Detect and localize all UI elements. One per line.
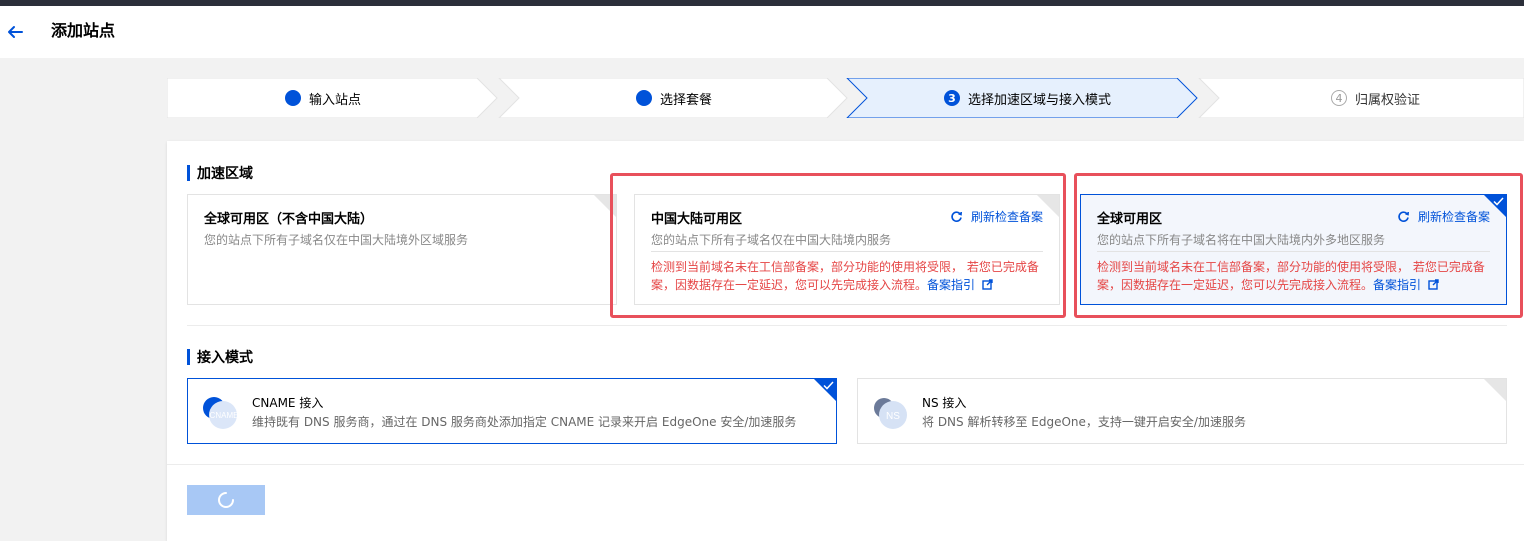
ns-icon: NS — [872, 395, 908, 431]
page-header: 添加站点 — [0, 6, 1524, 58]
mode-card-title: NS 接入 — [922, 396, 967, 410]
region-section-title: 加速区域 — [187, 163, 253, 183]
region-card-desc: 您的站点下所有子域名仅在中国大陆境外区域服务 — [204, 233, 469, 247]
region-card-global-excl-cn[interactable]: 全球可用区（不含中国大陆） 您的站点下所有子域名仅在中国大陆境外区域服务 — [187, 194, 617, 305]
check-circle-icon — [285, 80, 301, 106]
corner-mark — [1484, 379, 1506, 401]
loading-spinner-icon — [218, 492, 234, 508]
section-divider — [187, 325, 1507, 326]
step-chevrons — [167, 78, 1524, 118]
step-label: 选择加速区域与接入模式 — [968, 92, 1112, 108]
step-number: 3 — [944, 90, 960, 106]
section-divider — [167, 464, 1524, 465]
cname-icon: CNAME — [202, 395, 238, 431]
step-input-site: 输入站点 — [285, 78, 361, 118]
step-choose-region-mode: 3 选择加速区域与接入模式 — [944, 78, 1111, 118]
highlight-box — [610, 173, 1066, 318]
svg-text:CNAME: CNAME — [210, 411, 238, 420]
step-indicator: 输入站点 选择套餐 3 选择加速区域与接入模式 4 归属权验证 — [167, 78, 1524, 118]
step-ownership-verify: 4 归属权验证 — [1331, 78, 1420, 118]
next-button[interactable] — [187, 485, 265, 515]
check-circle-icon — [636, 80, 652, 106]
mode-section-title: 接入模式 — [187, 347, 253, 367]
mode-card-ns[interactable]: NS NS 接入 将 DNS 解析转移至 EdgeOne，支持一键开启安全/加速… — [857, 378, 1507, 444]
arrow-left-icon[interactable] — [6, 23, 24, 41]
svg-text:NS: NS — [886, 411, 900, 422]
mode-card-desc: 将 DNS 解析转移至 EdgeOne，支持一键开启安全/加速服务 — [922, 415, 1246, 429]
mode-card-desc: 维持既有 DNS 服务商，通过在 DNS 服务商处添加指定 CNAME 记录来开… — [252, 415, 797, 429]
step-number: 4 — [1331, 90, 1347, 106]
step-label: 选择套餐 — [660, 92, 713, 108]
mode-card-title: CNAME 接入 — [252, 396, 324, 410]
step-label: 输入站点 — [309, 92, 362, 108]
page-title: 添加站点 — [51, 21, 116, 40]
step-label: 归属权验证 — [1355, 92, 1421, 108]
step-choose-plan: 选择套餐 — [636, 78, 712, 118]
region-card-title: 全球可用区（不含中国大陆） — [204, 212, 374, 227]
check-icon — [823, 381, 834, 390]
mode-card-cname[interactable]: CNAME CNAME 接入 维持既有 DNS 服务商，通过在 DNS 服务商处… — [187, 378, 837, 444]
highlight-box — [1074, 173, 1523, 318]
